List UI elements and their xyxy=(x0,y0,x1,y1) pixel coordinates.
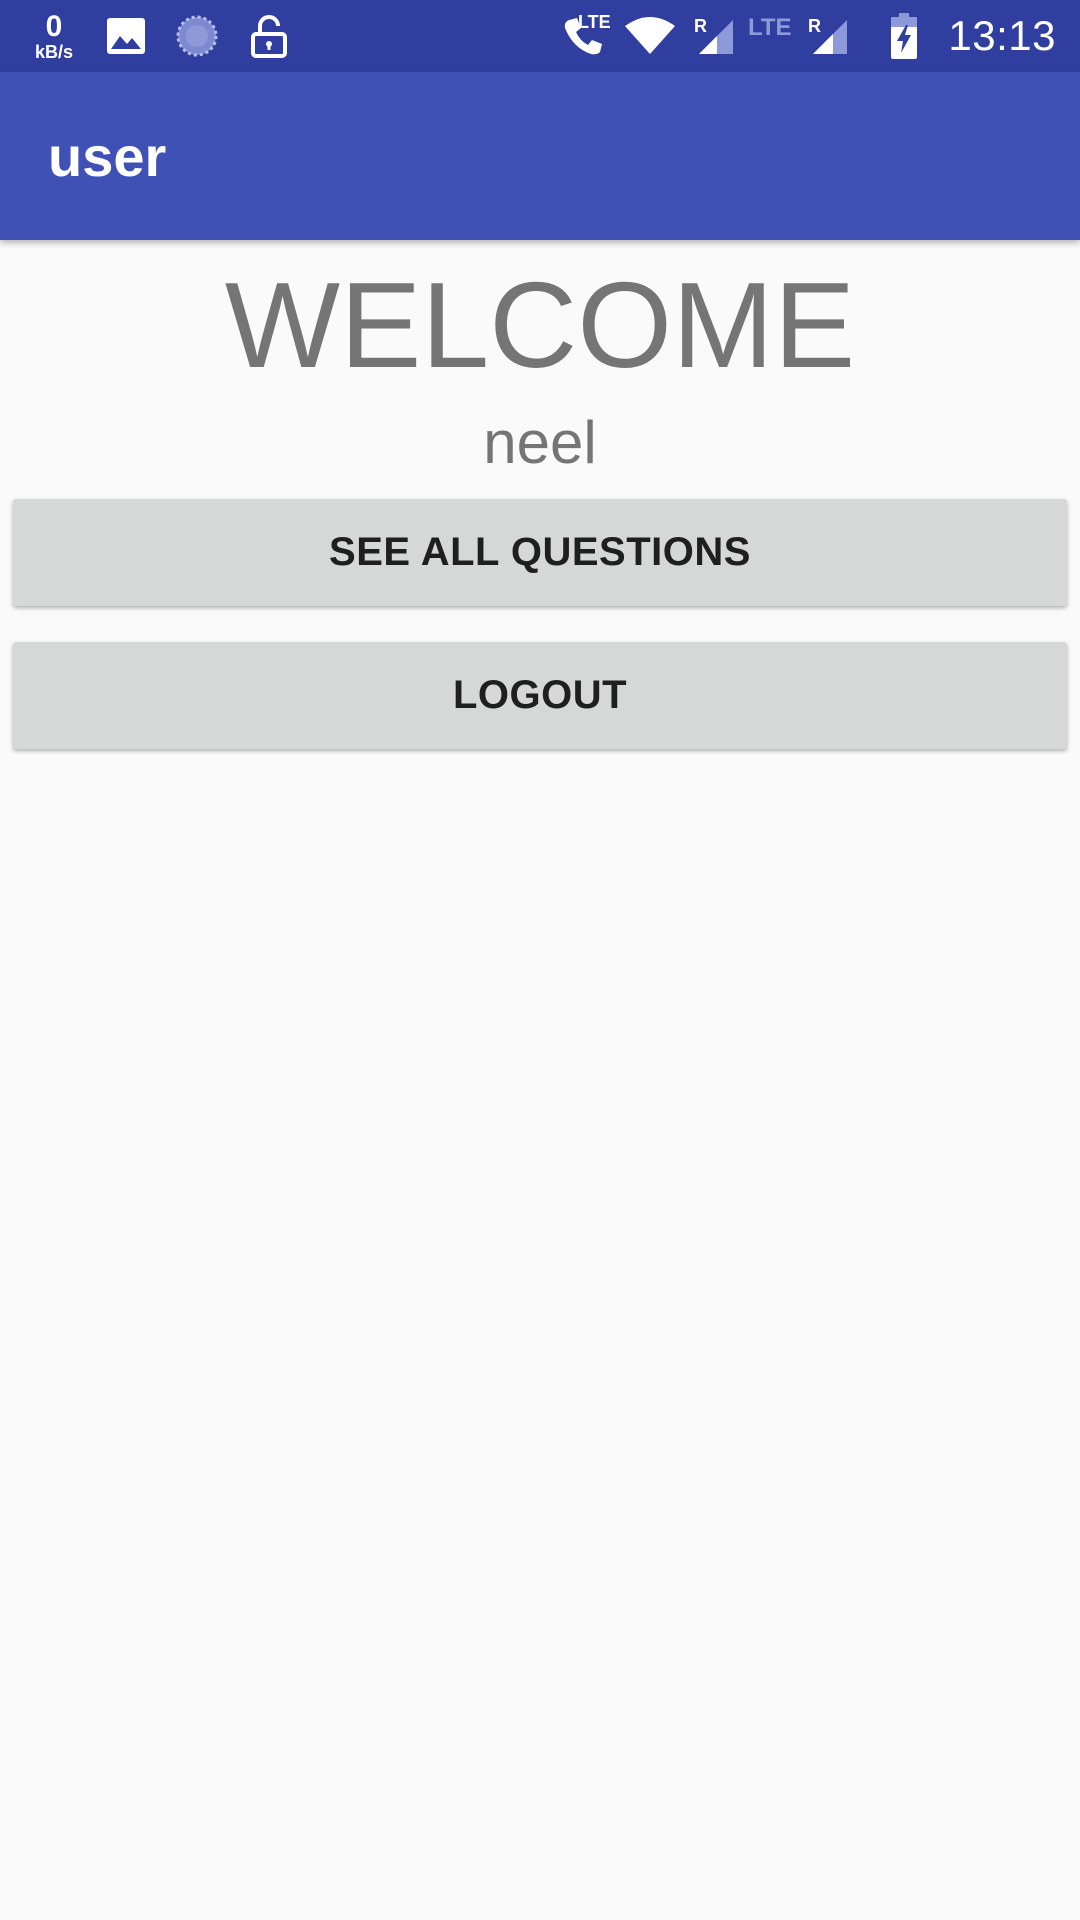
welcome-heading: WELCOME xyxy=(224,257,856,393)
network-speed-indicator: 0 kB/s xyxy=(26,0,82,72)
logout-button[interactable]: LOGOUT xyxy=(13,642,1067,749)
image-icon xyxy=(104,0,148,72)
call-lte-icon xyxy=(556,0,610,72)
network-speed-value: 0 xyxy=(45,9,63,43)
status-bar: 0 kB/s LTE R LTE R 13:13 xyxy=(0,0,1080,72)
app-bar: user xyxy=(0,72,1080,240)
username-label: neel xyxy=(483,409,597,476)
call-lte-label: LTE xyxy=(578,12,611,32)
battery-charging-icon xyxy=(886,0,922,72)
sim2-network-label: LTE xyxy=(748,14,792,41)
unlock-icon xyxy=(248,0,290,72)
network-speed-unit: kB/s xyxy=(34,41,74,62)
see-all-questions-button[interactable]: SEE ALL QUESTIONS xyxy=(13,499,1067,606)
sync-icon xyxy=(174,0,220,72)
signal-icon xyxy=(808,0,850,72)
app-title: user xyxy=(48,125,167,188)
wifi-icon xyxy=(622,0,678,72)
status-clock: 13:13 xyxy=(948,12,1056,59)
signal-icon xyxy=(694,0,736,72)
